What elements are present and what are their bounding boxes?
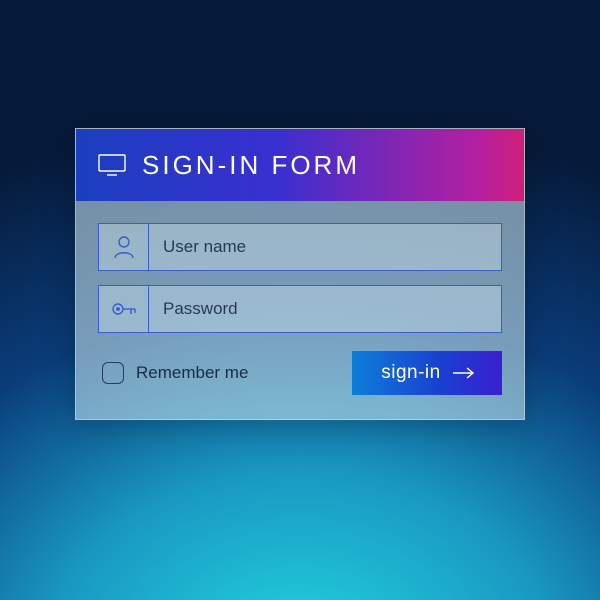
signin-button-label: sign-in bbox=[381, 362, 440, 384]
monitor-icon bbox=[98, 154, 126, 176]
signin-button[interactable]: sign-in bbox=[352, 351, 502, 395]
password-input[interactable] bbox=[149, 286, 501, 332]
user-icon bbox=[99, 224, 149, 270]
signin-card: SIGN-IN FORM bbox=[75, 128, 525, 420]
password-field[interactable] bbox=[98, 285, 502, 333]
username-input[interactable] bbox=[149, 224, 501, 270]
remember-me-label: Remember me bbox=[136, 363, 248, 383]
form-footer: Remember me sign-in bbox=[98, 351, 502, 395]
arrow-right-icon bbox=[453, 367, 475, 379]
card-body: Remember me sign-in bbox=[76, 201, 524, 419]
remember-me-checkbox[interactable]: Remember me bbox=[102, 362, 248, 384]
checkbox-box[interactable] bbox=[102, 362, 124, 384]
key-icon bbox=[99, 286, 149, 332]
card-title: SIGN-IN FORM bbox=[142, 150, 360, 181]
username-field[interactable] bbox=[98, 223, 502, 271]
card-header: SIGN-IN FORM bbox=[76, 129, 524, 201]
